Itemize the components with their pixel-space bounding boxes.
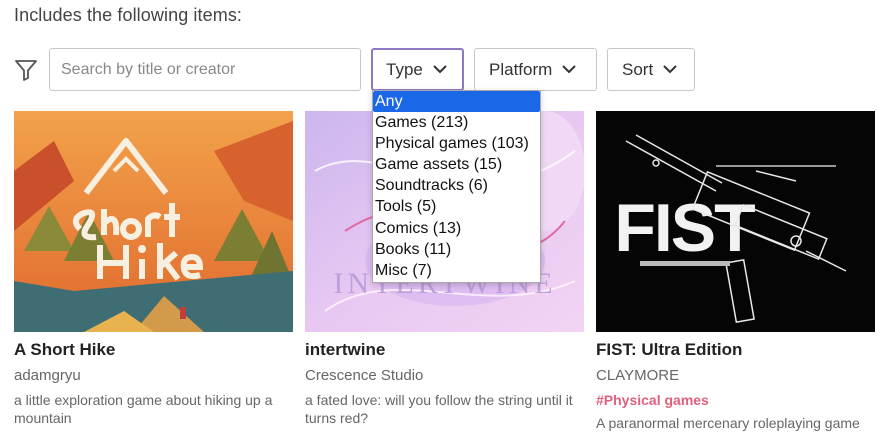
game-tag[interactable]: #Physical games bbox=[596, 392, 709, 408]
chevron-down-icon bbox=[433, 65, 447, 74]
type-option-tools[interactable]: Tools (5) bbox=[373, 196, 540, 217]
game-description: A paranormal mercenary roleplaying game bbox=[596, 415, 860, 431]
section-title: Includes the following items: bbox=[14, 5, 243, 25]
type-dropdown-label: Type bbox=[386, 59, 423, 79]
game-card[interactable]: A Short Hike adamgryu a little explorati… bbox=[14, 111, 293, 426]
fist-logo-text: FIST bbox=[614, 190, 755, 266]
game-thumbnail[interactable]: FIST bbox=[596, 111, 875, 332]
game-description: a fated love: will you follow the string… bbox=[305, 392, 573, 426]
type-option-comics[interactable]: Comics (13) bbox=[373, 218, 540, 239]
filter-icon[interactable] bbox=[14, 58, 38, 82]
chevron-down-icon bbox=[562, 65, 577, 74]
type-option-soundtracks[interactable]: Soundtracks (6) bbox=[373, 175, 540, 196]
game-title[interactable]: FIST: Ultra Edition bbox=[596, 340, 742, 360]
game-creator[interactable]: CLAYMORE bbox=[596, 367, 679, 384]
type-dropdown[interactable]: Type bbox=[371, 48, 464, 91]
chevron-down-icon bbox=[663, 65, 677, 74]
type-option-misc[interactable]: Misc (7) bbox=[373, 260, 540, 281]
game-thumbnail[interactable] bbox=[14, 111, 293, 332]
type-option-any[interactable]: Any bbox=[373, 91, 540, 113]
platform-dropdown-label: Platform bbox=[489, 59, 553, 79]
game-creator[interactable]: adamgryu bbox=[14, 367, 81, 384]
sort-dropdown-label: Sort bbox=[622, 59, 654, 79]
platform-dropdown[interactable]: Platform bbox=[474, 48, 597, 91]
game-creator[interactable]: Crescence Studio bbox=[305, 367, 423, 384]
type-option-game-assets[interactable]: Game assets (15) bbox=[373, 154, 540, 175]
type-option-books[interactable]: Books (11) bbox=[373, 239, 540, 260]
short-hike-cover-art bbox=[14, 111, 293, 332]
type-option-physical-games[interactable]: Physical games (103) bbox=[373, 133, 540, 154]
fist-cover-art: FIST bbox=[596, 111, 875, 332]
game-card[interactable]: FIST FIST: Ultra Edition CLAYMORE #Physi… bbox=[596, 111, 875, 431]
search-input[interactable] bbox=[49, 48, 361, 91]
game-title[interactable]: intertwine bbox=[305, 340, 385, 360]
game-description: a little exploration game about hiking u… bbox=[14, 392, 273, 426]
type-dropdown-menu[interactable]: Any Games (213) Physical games (103) Gam… bbox=[372, 90, 541, 283]
game-title[interactable]: A Short Hike bbox=[14, 340, 115, 360]
type-option-games[interactable]: Games (213) bbox=[373, 112, 540, 133]
sort-dropdown[interactable]: Sort bbox=[607, 48, 695, 91]
